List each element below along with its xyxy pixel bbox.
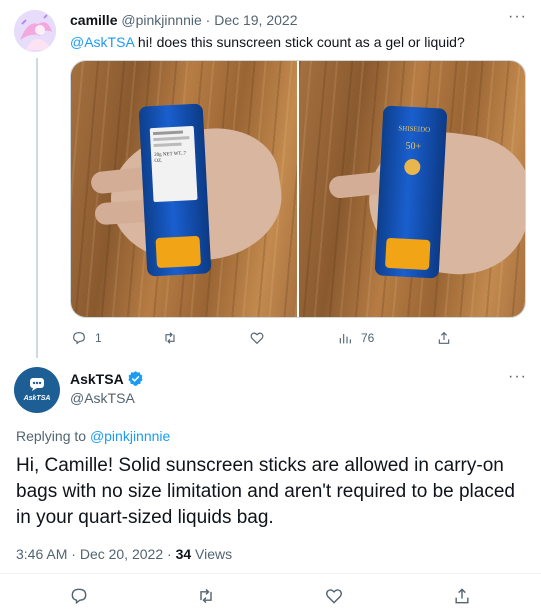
net-weight-text: 20g NET WT..7 OZ. [154, 151, 187, 165]
more-icon[interactable]: ··· [508, 8, 527, 26]
like-icon [326, 589, 342, 604]
tweet-date[interactable]: Dec 19, 2022 [214, 12, 297, 28]
views-label: Views [191, 546, 233, 562]
share-icon [438, 331, 450, 344]
views-number: 34 [175, 546, 192, 562]
display-name[interactable]: AskTSA [70, 371, 124, 387]
retweet-icon [200, 588, 212, 604]
like-icon [250, 332, 264, 345]
tweet-meta: 3:46 AM · Dec 20, 2022 · 34 Views [16, 546, 232, 562]
retweet-button[interactable] [196, 586, 216, 611]
sunscreen-stick: 20g NET WT..7 OZ. [138, 103, 212, 277]
reply-button[interactable] [69, 586, 89, 611]
tweet-header: camille @pinkjinnnie · Dec 19, 2022 [70, 12, 298, 28]
handle[interactable]: @pinkjinnnie [121, 12, 201, 28]
replying-to: Replying to @pinkjinnnie [16, 428, 170, 444]
reply-button[interactable]: 1 [71, 330, 102, 346]
reply-icon [73, 332, 85, 345]
main-tweet-text: Hi, Camille! Solid sunscreen sticks are … [16, 455, 515, 528]
tweet-time[interactable]: 3:46 AM [16, 546, 67, 562]
photo-right[interactable]: SHISEIDO 50+ [299, 61, 525, 317]
reply-count: 1 [95, 331, 102, 345]
separator: · [205, 12, 211, 28]
replying-handle-link[interactable]: @pinkjinnnie [90, 428, 170, 444]
replying-prefix: Replying to [16, 428, 90, 444]
avatar-text: AskTSA [23, 395, 51, 402]
separator: · [71, 546, 76, 562]
views-button[interactable]: 76 [337, 330, 374, 346]
stick-base [385, 237, 431, 271]
share-button[interactable] [452, 586, 472, 611]
verified-badge-icon [128, 371, 143, 386]
thread-connector [36, 58, 38, 358]
more-icon[interactable]: ··· [508, 368, 527, 386]
views-count: 76 [361, 331, 375, 345]
avatar[interactable] [14, 10, 56, 52]
product-label: 20g NET WT..7 OZ. [149, 125, 198, 203]
share-icon [455, 588, 469, 604]
stick-base [155, 235, 201, 269]
like-button[interactable] [324, 586, 344, 611]
tweet-text: @AskTSA hi! does this sunscreen stick co… [70, 34, 465, 50]
photo-left[interactable]: 20g NET WT..7 OZ. [71, 61, 297, 317]
separator: · [167, 546, 172, 562]
sunscreen-stick: SHISEIDO 50+ [374, 105, 448, 279]
brand-text: SHISEIDO [398, 124, 431, 134]
tsa-logo [30, 378, 44, 391]
author-name-row: AskTSA [70, 370, 144, 387]
retweet-button[interactable] [162, 330, 186, 346]
like-button[interactable] [249, 330, 273, 346]
mention-link[interactable]: @AskTSA [70, 34, 134, 50]
sun-emblem [403, 158, 421, 176]
display-name[interactable]: camille [70, 12, 117, 28]
spf-text: 50+ [405, 140, 422, 153]
handle[interactable]: @AskTSA [70, 390, 135, 406]
tweet-body: hi! does this sunscreen stick count as a… [134, 34, 465, 50]
avatar[interactable]: AskTSA [14, 367, 60, 413]
views-icon [339, 334, 351, 344]
reply-icon [71, 588, 87, 605]
avatar-illustration [14, 10, 56, 52]
tweet-date[interactable]: Dec 20, 2022 [80, 546, 163, 562]
share-button[interactable] [436, 330, 452, 346]
media-grid: 20g NET WT..7 OZ. SHISEIDO 50+ [70, 60, 526, 318]
retweet-icon [165, 332, 175, 344]
divider [0, 573, 541, 574]
